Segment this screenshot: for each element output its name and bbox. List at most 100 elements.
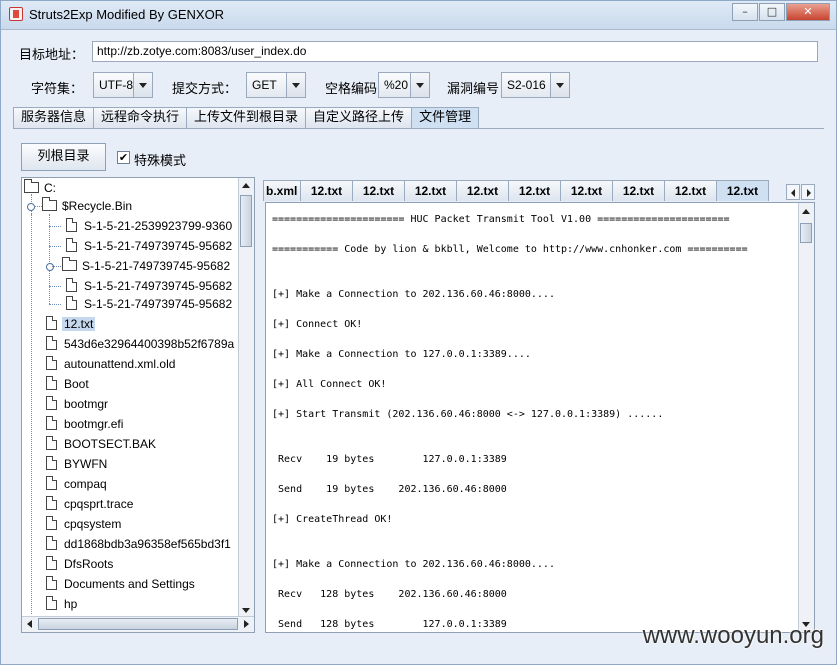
scroll-up-icon[interactable] [239, 178, 254, 193]
file-tree[interactable]: C: $Recycle.Bin S-1-5-21-2539923799-9360… [21, 177, 255, 633]
tree-connector [49, 286, 61, 287]
app-window: Struts2Exp Modified By GENXOR – □ ✕ 目标地址… [0, 0, 837, 665]
scroll-thumb[interactable] [38, 618, 238, 630]
tree-item[interactable]: autounattend.xml.old [44, 355, 244, 373]
console-line: [+] Connect OK! [272, 319, 363, 330]
tree-item[interactable]: hp [44, 595, 244, 613]
chevron-down-icon[interactable] [133, 73, 152, 97]
file-icon [46, 396, 57, 410]
tab-scroll-right-icon[interactable] [801, 184, 815, 200]
tree-item[interactable]: cpqsystem [44, 515, 244, 533]
file-tab[interactable]: 12.txt [612, 180, 665, 201]
tree-item[interactable]: cpqsprt.trace [44, 495, 244, 513]
file-tab[interactable]: 12.txt [456, 180, 509, 201]
tree-item[interactable]: Documents and Settings [44, 575, 244, 593]
tree-connector [49, 214, 50, 304]
file-tab-active[interactable]: 12.txt [716, 180, 769, 201]
file-tab[interactable]: 12.txt [404, 180, 457, 201]
tree-item[interactable]: bootmgr [44, 395, 244, 413]
tree-root[interactable]: C: [24, 179, 224, 197]
file-icon [46, 336, 57, 350]
window-controls: – □ ✕ [731, 3, 830, 21]
tree-item[interactable]: Boot [44, 375, 244, 393]
file-icon [46, 476, 57, 490]
tab-server-info[interactable]: 服务器信息 [13, 107, 95, 128]
file-tab[interactable]: 12.txt [352, 180, 405, 201]
tree-item[interactable]: BOOTSECT.BAK [44, 435, 244, 453]
scroll-thumb[interactable] [800, 223, 812, 243]
tree-connector [31, 214, 32, 614]
tree-item[interactable]: S-1-5-21-749739745-95682 [64, 295, 254, 313]
file-tab[interactable]: b.xml [263, 180, 301, 201]
tree-item[interactable]: S-1-5-21-749739745-95682 [64, 237, 254, 255]
tree-item[interactable]: S-1-5-21-2539923799-9360 [64, 217, 254, 235]
tree-item[interactable]: DfsRoots [44, 555, 244, 573]
tree-item[interactable]: 543d6e32964400398b52f6789a [44, 335, 244, 353]
tab-remote-command[interactable]: 远程命令执行 [93, 107, 188, 128]
file-icon [46, 416, 57, 430]
tree-item-folder[interactable]: S-1-5-21-749739745-95682 [62, 257, 254, 275]
tree-item[interactable]: bootmgr.efi [44, 415, 244, 433]
scroll-thumb[interactable] [240, 195, 252, 247]
expand-handle-icon[interactable] [27, 203, 35, 211]
tree-vertical-scrollbar[interactable] [238, 178, 254, 618]
main-tabs: 服务器信息 远程命令执行 上传文件到根目录 自定义路径上传 文件管理 [13, 107, 480, 129]
list-root-button[interactable]: 列根目录 [21, 143, 106, 171]
minimize-icon[interactable]: – [732, 3, 758, 21]
tree-item-folder[interactable]: $Recycle.Bin [42, 197, 242, 215]
file-tab[interactable]: 12.txt [508, 180, 561, 201]
file-icon [46, 536, 57, 550]
tab-scroll-left-icon[interactable] [786, 184, 800, 200]
file-tabs: b.xml 12.txt 12.txt 12.txt 12.txt 12.txt… [263, 180, 769, 202]
tree-connector [49, 246, 61, 247]
file-icon [46, 556, 57, 570]
tree-connector [52, 266, 61, 267]
folder-icon [24, 179, 39, 193]
file-tab[interactable]: 12.txt [560, 180, 613, 201]
tab-file-manager[interactable]: 文件管理 [411, 107, 480, 129]
file-icon [66, 238, 77, 252]
file-icon [46, 456, 57, 470]
tree-connector [49, 226, 61, 227]
tree-connector [34, 206, 42, 207]
tree-item[interactable]: dd1868bdb3a96358ef565bd3f1 [44, 535, 244, 553]
file-icon [46, 596, 57, 610]
tree-horizontal-scrollbar[interactable] [22, 616, 254, 632]
folder-icon [42, 197, 57, 211]
file-content-view[interactable]: ====================== HUC Packet Transm… [265, 202, 815, 633]
close-icon[interactable]: ✕ [786, 3, 830, 21]
file-icon [46, 356, 57, 370]
chevron-down-icon[interactable] [286, 73, 305, 97]
file-tab[interactable]: 12.txt [300, 180, 353, 201]
charset-select[interactable]: UTF-8 [93, 72, 153, 98]
tab-custom-upload[interactable]: 自定义路径上传 [305, 107, 413, 128]
file-icon [46, 436, 57, 450]
tab-upload-root[interactable]: 上传文件到根目录 [186, 107, 307, 128]
expand-handle-icon[interactable] [46, 263, 54, 271]
special-mode-checkbox[interactable]: ✔ [117, 151, 130, 164]
file-icon [66, 296, 77, 310]
maximize-icon[interactable]: □ [759, 3, 785, 21]
chevron-down-icon[interactable] [410, 73, 429, 97]
method-select[interactable]: GET [246, 72, 306, 98]
vuln-id-select[interactable]: S2-016 [501, 72, 570, 98]
space-encoding-select[interactable]: %20 [378, 72, 430, 98]
charset-value: UTF-8 [99, 78, 133, 92]
chevron-down-icon[interactable] [550, 73, 569, 97]
console-line: [+] Make a Connection to 202.136.60.46:8… [272, 559, 555, 570]
file-icon [46, 516, 57, 530]
target-url-input[interactable]: http://zb.zotye.com:8083/user_index.do [92, 41, 818, 62]
vuln-id-label: 漏洞编号 [447, 81, 500, 96]
console-line: [+] All Connect OK! [272, 379, 387, 390]
tree-item[interactable]: S-1-5-21-749739745-95682 [64, 277, 254, 295]
tree-item-selected[interactable]: 12.txt [44, 315, 244, 333]
scroll-up-icon[interactable] [799, 203, 814, 218]
file-tab[interactable]: 12.txt [664, 180, 717, 201]
content-vertical-scrollbar[interactable] [798, 203, 814, 632]
title-bar[interactable]: Struts2Exp Modified By GENXOR – □ ✕ [1, 1, 836, 30]
space-encoding-label: 空格编码 [325, 81, 378, 96]
tree-item[interactable]: BYWFN [44, 455, 244, 473]
console-line: [+] Make a Connection to 202.136.60.46:8… [272, 289, 555, 300]
tree-connector [49, 304, 61, 305]
tree-item[interactable]: compaq [44, 475, 244, 493]
